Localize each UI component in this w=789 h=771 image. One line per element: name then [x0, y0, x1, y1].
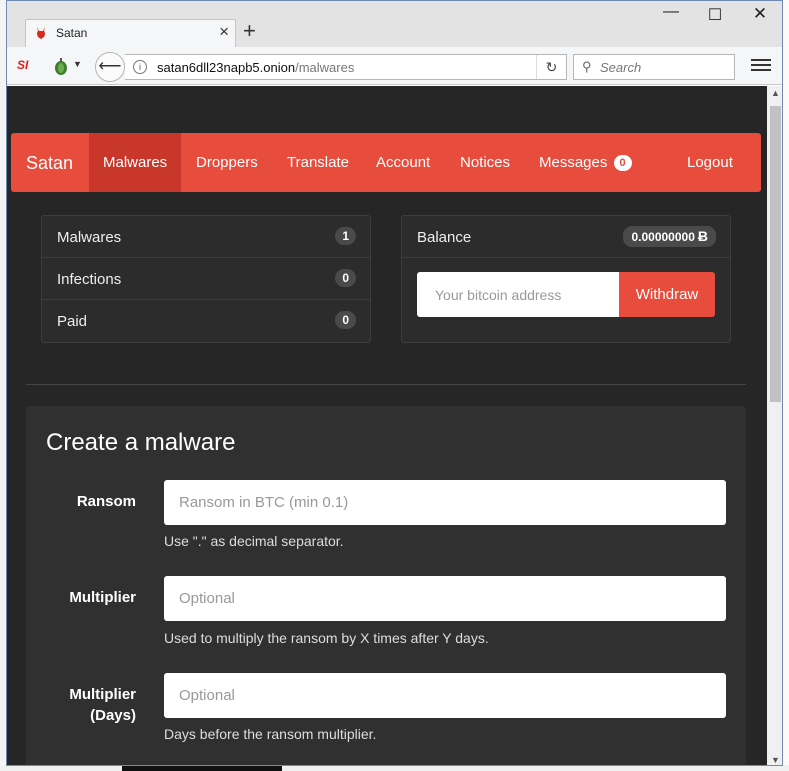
browser-window: Satan × + — ☐ ✕ SI ▼ ⟵ i satan6dll23napb… — [6, 0, 783, 766]
info-icon[interactable]: i — [133, 60, 147, 74]
stats-panel: Malwares 1 Infections 0 Paid 0 — [41, 215, 371, 343]
nav-account[interactable]: Account — [362, 133, 444, 192]
site-navbar: Satan Malwares Droppers Translate Accoun… — [11, 133, 761, 192]
search-box[interactable]: ⚲ Search — [573, 54, 735, 80]
stat-badge: 0 — [335, 311, 356, 329]
stat-badge: 0 — [335, 269, 356, 287]
balance-label: Balance — [417, 229, 472, 246]
back-button[interactable]: ⟵ — [95, 52, 125, 82]
nav-droppers[interactable]: Droppers — [182, 133, 272, 192]
reload-icon[interactable]: ↻ — [536, 55, 566, 79]
browser-tab[interactable]: Satan × — [25, 19, 236, 47]
balance-panel: Balance 0.00000000Ƀ Withdraw — [401, 215, 731, 343]
maximize-icon[interactable]: ☐ — [705, 5, 725, 25]
tab-strip: Satan × + — ☐ ✕ — [7, 1, 782, 47]
nav-notices[interactable]: Notices — [446, 133, 524, 192]
chevron-down-icon[interactable]: ▼ — [73, 59, 82, 69]
multiplier-label: Multiplier — [69, 589, 136, 606]
scrollbar-thumb[interactable] — [770, 106, 781, 402]
ransom-label: Ransom — [76, 493, 136, 510]
ransom-input[interactable] — [164, 480, 726, 525]
navigation-toolbar: SI ▼ ⟵ i satan6dll23napb5.onion/malwares… — [7, 47, 782, 85]
nav-logout[interactable]: Logout — [673, 133, 747, 192]
scroll-down-icon[interactable]: ▼ — [771, 755, 780, 765]
close-tab-icon[interactable]: × — [219, 22, 229, 42]
tor-onion-icon[interactable] — [51, 56, 71, 76]
scroll-up-icon[interactable]: ▲ — [771, 88, 780, 98]
devil-icon — [37, 27, 45, 39]
divider — [26, 384, 746, 385]
balance-amount: 0.00000000 — [631, 230, 695, 244]
nav-messages[interactable]: Messages 0 — [525, 133, 646, 192]
multiplier-help: Used to multiply the ransom by X times a… — [164, 630, 489, 646]
create-malware-form: Create a malware Ransom Use "." as decim… — [26, 406, 746, 765]
ransom-help: Use "." as decimal separator. — [164, 533, 344, 549]
withdraw-button[interactable]: Withdraw — [619, 272, 715, 317]
url-path: /malwares — [295, 60, 355, 75]
page-content: Satan Malwares Droppers Translate Accoun… — [7, 86, 767, 765]
stat-row-malwares: Malwares 1 — [42, 216, 370, 258]
multiplier-days-input[interactable] — [164, 673, 726, 718]
nav-translate[interactable]: Translate — [273, 133, 363, 192]
nav-malwares[interactable]: Malwares — [89, 133, 182, 192]
messages-count-badge: 0 — [613, 155, 632, 171]
search-icon: ⚲ — [582, 59, 592, 74]
bitcoin-address-input[interactable] — [417, 272, 619, 317]
stat-row-paid: Paid 0 — [42, 300, 370, 342]
balance-amount-badge: 0.00000000 Ƀ — [623, 226, 716, 247]
close-window-icon[interactable]: ✕ — [750, 4, 770, 24]
multiplier-days-label: Multiplier (Days) — [26, 684, 136, 726]
new-tab-button[interactable]: + — [243, 18, 256, 44]
brand-link[interactable]: Satan — [26, 153, 73, 174]
bitcoin-icon: Ƀ — [697, 228, 708, 244]
back-arrow-icon: ⟵ — [98, 58, 122, 75]
stat-label: Paid — [57, 313, 88, 330]
url-text: satan6dll23napb5.onion/malwares — [157, 60, 354, 75]
url-bar[interactable]: i satan6dll23napb5.onion/malwares ↻ — [125, 54, 567, 80]
form-title: Create a malware — [46, 429, 236, 456]
search-placeholder: Search — [600, 60, 642, 75]
url-host: satan6dll23napb5.onion — [157, 60, 296, 75]
multiplier-input[interactable] — [164, 576, 726, 621]
minimize-icon[interactable]: — — [661, 3, 681, 21]
stat-label: Malwares — [57, 229, 122, 246]
multiplier-days-label-line1: Multiplier — [69, 686, 136, 703]
hamburger-menu-icon[interactable] — [751, 56, 771, 74]
tab-title: Satan — [56, 26, 88, 40]
multiplier-days-label-line2: (Days) — [90, 707, 136, 724]
extension-si-icon[interactable]: SI — [17, 58, 28, 72]
stat-badge: 1 — [335, 227, 356, 245]
stat-row-infections: Infections 0 — [42, 258, 370, 300]
multiplier-days-help: Days before the ransom multiplier. — [164, 726, 377, 742]
nav-messages-label: Messages — [539, 154, 608, 171]
balance-header: Balance 0.00000000 Ƀ — [402, 216, 730, 258]
page-scrollbar[interactable]: ▲ ▼ — [767, 86, 782, 765]
stat-label: Infections — [57, 271, 122, 288]
